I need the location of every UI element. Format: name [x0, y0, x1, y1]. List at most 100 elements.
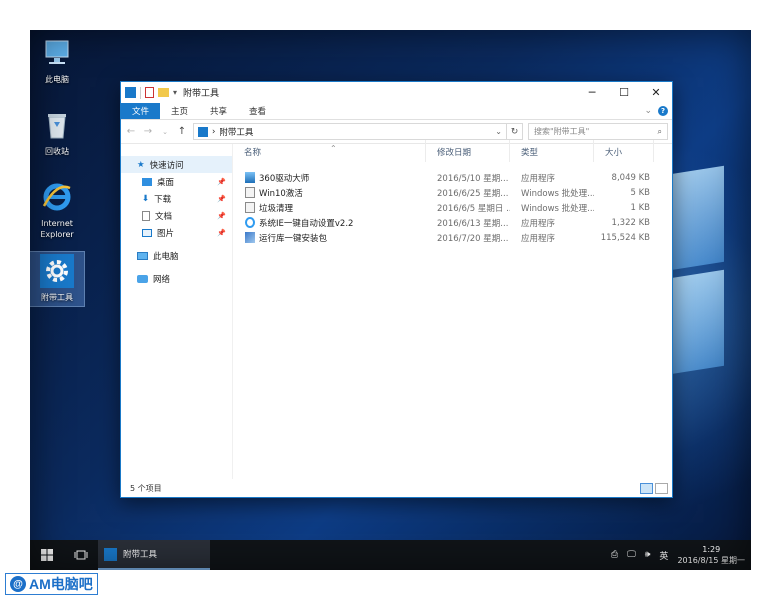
desktop-icon-this-pc[interactable]: 此电脑 — [30, 36, 84, 85]
desktop-icon-label: Internet Explorer — [40, 219, 74, 239]
maximize-button[interactable]: ☐ — [608, 82, 640, 103]
breadcrumb-separator: › — [212, 126, 216, 137]
file-type: 应用程序 — [521, 218, 556, 229]
tab-view[interactable]: 查看 — [238, 103, 277, 119]
file-type: Windows 批处理... — [521, 188, 594, 199]
installer-icon — [245, 232, 255, 243]
usb-icon[interactable]: ⎙ — [611, 550, 618, 560]
file-name: Win10激活 — [259, 188, 303, 199]
expand-ribbon-icon[interactable]: ⌄ — [644, 106, 652, 116]
file-date: 2016/6/25 星期... — [437, 188, 509, 199]
tab-file[interactable]: 文件 — [121, 103, 161, 119]
pin-icon: 📌 — [217, 228, 226, 237]
file-date: 2016/7/20 星期... — [437, 233, 509, 244]
column-date[interactable]: 修改日期 — [426, 140, 510, 162]
ribbon-tabs: 文件 主页 共享 查看 ⌄ ? — [121, 103, 672, 120]
file-row[interactable]: Win10激活 2016/6/25 星期... Windows 批处理... 5… — [233, 185, 672, 200]
refresh-button[interactable]: ↻ — [507, 123, 523, 140]
file-date: 2016/5/10 星期... — [437, 173, 509, 184]
properties-icon[interactable] — [145, 87, 154, 98]
file-size: 8,049 KB — [611, 172, 650, 183]
details-view-icon[interactable] — [640, 482, 653, 494]
file-date: 2016/6/5 星期日 ... — [437, 203, 510, 214]
column-headers: ⌃ 名称 修改日期 类型 大小 — [233, 140, 672, 166]
nav-item-desktop[interactable]: 桌面 📌 — [121, 173, 232, 190]
desktop-icon-tools-folder[interactable]: 附带工具 — [30, 251, 85, 307]
tab-home[interactable]: 主页 — [160, 103, 199, 119]
new-folder-icon[interactable] — [158, 88, 169, 97]
desktop-icon-label: 附带工具 — [41, 293, 73, 302]
download-icon: ⬇ — [142, 193, 150, 204]
column-type[interactable]: 类型 — [510, 140, 594, 162]
breadcrumb-current[interactable]: 附带工具 — [219, 126, 253, 138]
file-name: 360驱动大师 — [259, 173, 310, 184]
start-button[interactable] — [30, 540, 64, 570]
customize-toolbar-icon[interactable]: ▾ — [173, 88, 177, 97]
address-bar[interactable]: › 附带工具 ⌄ — [193, 123, 507, 140]
volume-icon[interactable]: 🕪 — [645, 550, 651, 560]
batch-file-icon — [245, 187, 255, 198]
status-bar: 5 个项目 — [121, 479, 672, 497]
nav-quick-access[interactable]: ★ 快速访问 — [121, 156, 232, 173]
nav-item-pictures[interactable]: 图片 📌 — [121, 224, 232, 241]
back-icon[interactable]: ← — [125, 126, 137, 137]
desktop-icon-internet-explorer[interactable]: Internet Explorer — [30, 180, 84, 240]
minimize-button[interactable]: ─ — [576, 82, 608, 103]
desktop-icon-label: 回收站 — [45, 147, 69, 156]
file-name: 运行库一键安装包 — [259, 233, 328, 244]
watermark-logo: @ — [10, 576, 26, 592]
nav-label: 桌面 — [157, 177, 175, 188]
taskbar-app-label: 附带工具 — [123, 550, 158, 560]
file-type: Windows 批处理... — [521, 203, 594, 214]
file-row[interactable]: 运行库一键安装包 2016/7/20 星期... 应用程序 115,524 KB — [233, 230, 672, 245]
file-type: 应用程序 — [521, 233, 556, 244]
search-placeholder: 搜索"附带工具" — [534, 127, 590, 136]
pin-icon: 📌 — [217, 211, 226, 220]
file-row[interactable]: 360驱动大师 2016/5/10 星期... 应用程序 8,049 KB — [233, 170, 672, 185]
column-size[interactable]: 大小 — [594, 140, 654, 162]
help-icon[interactable]: ? — [658, 106, 668, 116]
forward-icon[interactable]: → — [142, 126, 154, 137]
navigation-pane: ★ 快速访问 桌面 📌 ⬇ 下载 📌 文档 📌 图片 📌 此电脑 网络 — [121, 144, 233, 479]
folder-gear-icon — [198, 126, 208, 137]
large-icons-view-icon[interactable] — [655, 482, 668, 494]
document-icon — [142, 210, 150, 221]
nav-item-downloads[interactable]: ⬇ 下载 📌 — [121, 190, 232, 207]
file-row[interactable]: 系统IE一键自动设置v2.2 2016/6/13 星期... 应用程序 1,32… — [233, 215, 672, 230]
up-icon[interactable]: ↑ — [176, 126, 188, 137]
system-tray: ⎙ 🖵 🕪 英 1:29 2016/8/15 星期一 — [611, 544, 751, 566]
window-controls: ─ ☐ ✕ — [576, 82, 672, 103]
quick-access-toolbar: ▾ — [125, 86, 177, 99]
input-method-indicator[interactable]: 英 — [659, 549, 668, 562]
recent-locations-icon[interactable]: ⌄ — [159, 128, 171, 136]
desktop-icon-recycle-bin[interactable]: 回收站 — [30, 108, 84, 157]
close-button[interactable]: ✕ — [640, 82, 672, 103]
nav-label: 图片 — [157, 228, 175, 239]
explorer-window: ▾ 附带工具 ─ ☐ ✕ 文件 主页 共享 查看 ⌄ ? ← → ⌄ ↑ › 附… — [120, 81, 673, 498]
pictures-icon — [142, 228, 152, 237]
tab-share[interactable]: 共享 — [199, 103, 238, 119]
title-bar[interactable]: ▾ 附带工具 ─ ☐ ✕ — [121, 82, 672, 103]
desktop: 此电脑 回收站 Internet Explorer 附带工具 ▾ 附带工具 ─ … — [30, 30, 751, 570]
taskbar-app-tools-folder[interactable]: 附带工具 — [98, 540, 210, 570]
item-count: 5 个项目 — [130, 483, 162, 493]
clock[interactable]: 1:29 2016/8/15 星期一 — [677, 544, 745, 566]
file-size: 1 KB — [630, 202, 650, 213]
this-pc-icon — [40, 36, 74, 70]
taskbar: 附带工具 ⎙ 🖵 🕪 英 1:29 2016/8/15 星期一 — [30, 540, 751, 570]
network-icon — [137, 274, 148, 283]
nav-label: 网络 — [153, 274, 171, 285]
nav-network[interactable]: 网络 — [121, 270, 232, 287]
search-input[interactable]: 搜索"附带工具" ⌕ — [528, 123, 668, 140]
file-list: ⌃ 名称 修改日期 类型 大小 360驱动大师 2016/5/10 星期... … — [233, 140, 672, 479]
desktop-icon-label: 此电脑 — [45, 75, 69, 84]
nav-item-documents[interactable]: 文档 📌 — [121, 207, 232, 224]
file-row[interactable]: 垃圾清理 2016/6/5 星期日 ... Windows 批处理... 1 K… — [233, 200, 672, 215]
network-icon[interactable]: 🖵 — [627, 550, 636, 560]
gear-icon — [104, 547, 117, 561]
nav-this-pc[interactable]: 此电脑 — [121, 247, 232, 264]
address-dropdown-icon[interactable]: ⌄ — [495, 127, 502, 136]
task-view-button[interactable] — [64, 540, 98, 570]
batch-file-icon — [245, 202, 255, 213]
gear-icon — [40, 254, 74, 288]
